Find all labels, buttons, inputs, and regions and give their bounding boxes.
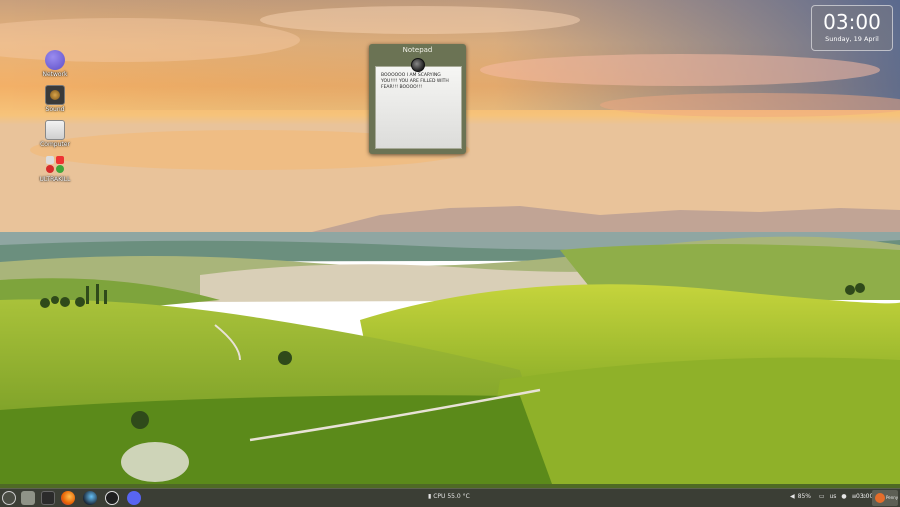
network-icon xyxy=(45,50,65,70)
desktop-icon-computer[interactable]: Computer xyxy=(36,120,74,148)
notepad-paper[interactable]: BOOOOOO I AM SCARYING YOU!!!! YOU ARE FI… xyxy=(375,66,462,149)
notification-icon[interactable]: ● xyxy=(841,493,846,500)
taskbar: ▮ CPU 55.0 °C ◀85% ▭ us ● ≡ ☆ ✱ 03:00 Pe… xyxy=(0,488,900,507)
terminal-icon[interactable] xyxy=(41,491,55,505)
cpu-temperature: ▮ CPU 55.0 °C xyxy=(428,493,470,500)
files-icon[interactable] xyxy=(21,491,35,505)
desktop-icon-label: ULTRAKILL xyxy=(39,176,71,183)
desktop-icon-ultrakill[interactable]: ULTRAKILL xyxy=(36,155,74,183)
user-name: Penny xyxy=(886,495,899,500)
notepad-widget[interactable]: Notepad BOOOOOO I AM SCARYING YOU!!!! YO… xyxy=(369,44,466,154)
speaker-icon xyxy=(45,85,65,105)
discord-icon[interactable] xyxy=(127,491,141,505)
desktop-icon-sound[interactable]: Sound xyxy=(36,85,74,113)
desktop-icon-label: Network xyxy=(42,71,68,78)
cpu-value: 55.0 °C xyxy=(447,493,470,500)
computer-icon xyxy=(45,120,65,140)
volume-indicator[interactable]: ◀ 85% xyxy=(790,493,814,500)
desktop-icon-label: Computer xyxy=(40,141,70,148)
firefox-icon[interactable] xyxy=(61,491,75,505)
volume-value: 85% xyxy=(797,493,811,500)
menu-icon[interactable] xyxy=(2,491,16,505)
volume-icon: ◀ xyxy=(790,493,795,500)
keyboard-layout[interactable]: us xyxy=(829,493,836,500)
cpu-label: CPU xyxy=(433,493,446,500)
obs-icon[interactable] xyxy=(105,491,119,505)
taskbar-time[interactable]: 03:00 xyxy=(856,493,873,500)
notepad-title: Notepad xyxy=(402,46,433,54)
pin-icon xyxy=(411,58,425,72)
clock-date: Sunday, 19 April xyxy=(825,35,879,43)
clock-widget: 03:00 Sunday, 19 April xyxy=(811,5,893,51)
steam-icon[interactable] xyxy=(83,491,97,505)
user-menu-button[interactable]: Penny xyxy=(872,490,898,506)
desktop-icon-label: Sound xyxy=(45,106,65,113)
clock-time: 03:00 xyxy=(823,10,881,34)
notepad-text[interactable]: BOOOOOO I AM SCARYING YOU!!!! YOU ARE FI… xyxy=(381,73,457,91)
avatar xyxy=(875,493,885,503)
ultrakill-icon xyxy=(45,155,65,175)
display-icon[interactable]: ▭ xyxy=(819,493,825,500)
desktop-icon-network[interactable]: Network xyxy=(36,50,74,78)
